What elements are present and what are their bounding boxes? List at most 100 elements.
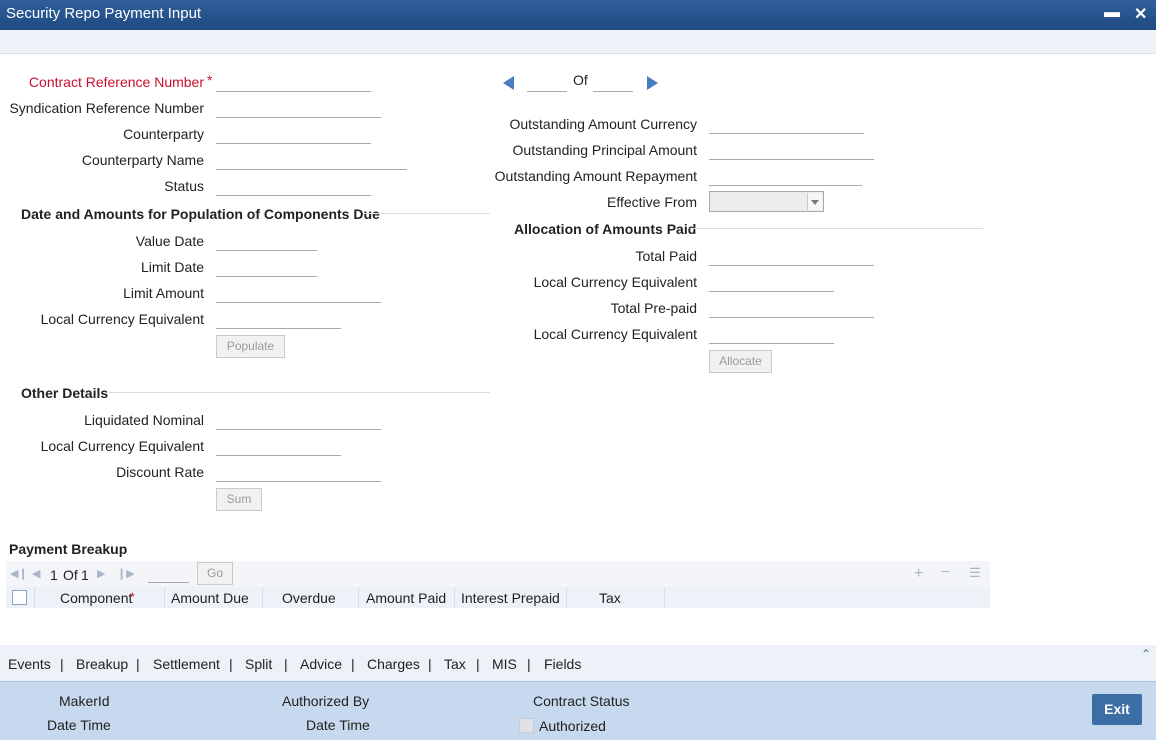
last-page-icon[interactable]: ❙▶ [117,567,135,580]
column-divider [164,587,165,608]
liquidated-nominal-label: Liquidated Nominal [84,412,204,428]
minimize-icon[interactable]: ▬ [1104,4,1120,22]
delete-row-icon[interactable]: − [941,564,950,582]
column-divider [566,587,567,608]
tab-separator: | [476,656,480,672]
prepaid-lce-input[interactable] [709,326,834,344]
sub-screen-tabs: Events | Breakup | Settlement | Split | … [0,645,1156,681]
counterparty-input[interactable] [216,126,371,144]
authorized-by-label: Authorized By [282,693,370,709]
effective-from-label: Effective From [607,194,697,210]
total-prepaid-input[interactable] [709,300,874,318]
component-required-mark: * [130,590,135,604]
chevron-down-icon[interactable] [807,193,822,210]
column-divider [358,587,359,608]
grid-toolbar: ◀❙ ◀ 1 Of 1 ▶ ❙▶ Go + − ☰ [6,561,990,587]
column-amount-paid[interactable]: Amount Paid [366,590,446,606]
outstanding-repayment-label: Outstanding Amount Repayment [494,168,697,184]
value-date-input[interactable] [216,233,317,251]
tab-settlement[interactable]: Settlement [153,656,220,672]
page-jump-input[interactable] [148,565,189,583]
prev-page-icon[interactable]: ◀ [32,567,40,580]
pager-of-label: Of [573,72,588,88]
column-amount-due[interactable]: Amount Due [171,590,249,606]
section-divider [690,228,983,229]
limit-amount-label: Limit Amount [123,285,204,301]
tab-separator: | [527,656,531,672]
other-lce-input[interactable] [216,438,341,456]
allocate-button[interactable]: Allocate [709,350,772,373]
column-interest-prepaid[interactable]: Interest Prepaid [461,590,560,606]
pager-current-input[interactable] [527,74,567,92]
tab-events[interactable]: Events [8,656,51,672]
authorized-label: Authorized [539,718,606,734]
grid-header: Component * Amount Due Overdue Amount Pa… [6,587,990,608]
other-details-heading: Other Details [21,385,109,401]
title-bar: Security Repo Payment Input ▬ ✕ [0,0,1156,30]
allocation-lce-input[interactable] [709,274,834,292]
pager-total-input[interactable] [593,74,633,92]
outstanding-currency-input[interactable] [709,116,864,134]
tab-charges[interactable]: Charges [367,656,420,672]
populate-button[interactable]: Populate [216,335,285,358]
first-page-icon[interactable]: ◀❙ [10,567,28,580]
toolbar-strip [0,30,1156,54]
column-divider [34,587,35,608]
discount-rate-input[interactable] [216,464,381,482]
column-component[interactable]: Component [60,590,132,606]
contract-ref-input[interactable] [216,74,371,92]
tab-mis[interactable]: MIS [492,656,517,672]
column-overdue[interactable]: Overdue [282,590,336,606]
limit-date-input[interactable] [216,259,317,277]
outstanding-principal-input[interactable] [709,142,874,160]
column-divider [664,587,665,608]
status-input[interactable] [216,178,371,196]
tab-fields[interactable]: Fields [544,656,581,672]
previous-icon[interactable] [503,76,514,90]
chevron-up-icon[interactable]: ⌃ [1141,647,1151,661]
sum-button[interactable]: Sum [216,488,262,511]
total-paid-label: Total Paid [635,248,697,264]
exit-button[interactable]: Exit [1092,694,1142,725]
tab-split[interactable]: Split [245,656,272,672]
auth-date-time-label: Date Time [306,717,370,733]
outstanding-currency-label: Outstanding Amount Currency [509,116,697,132]
syndication-ref-input[interactable] [216,100,381,118]
maker-id-label: MakerId [59,693,110,709]
tab-separator: | [284,656,288,672]
payment-breakup-heading: Payment Breakup [9,541,128,557]
discount-rate-label: Discount Rate [116,464,204,480]
contract-status-label: Contract Status [533,693,630,709]
select-all-checkbox[interactable] [12,590,27,605]
column-tax[interactable]: Tax [599,590,621,606]
audit-footer: MakerId Date Time Authorized By Date Tim… [0,681,1156,740]
value-date-label: Value Date [135,233,204,249]
close-icon[interactable]: ✕ [1134,4,1147,24]
go-button[interactable]: Go [197,562,233,585]
tab-separator: | [229,656,233,672]
page-of-label: Of [63,567,78,583]
section-divider [109,392,490,393]
effective-from-select[interactable] [709,191,824,212]
outstanding-repayment-input[interactable] [709,168,862,186]
tab-tax[interactable]: Tax [444,656,466,672]
section-divider [364,213,490,214]
total-prepaid-label: Total Pre-paid [610,300,697,316]
syndication-ref-label: Syndication Reference Number [9,100,204,116]
tab-advice[interactable]: Advice [300,656,342,672]
counterparty-name-input[interactable] [216,152,407,170]
tab-breakup[interactable]: Breakup [76,656,128,672]
page-total: 1 [81,567,89,583]
lce-input[interactable] [216,311,341,329]
prepaid-lce-label: Local Currency Equivalent [533,326,697,342]
next-page-icon[interactable]: ▶ [97,567,105,580]
list-view-icon[interactable]: ☰ [969,565,981,581]
required-mark: * [207,72,213,88]
add-row-icon[interactable]: + [914,565,923,583]
limit-amount-input[interactable] [216,285,381,303]
total-paid-input[interactable] [709,248,874,266]
allocation-lce-label: Local Currency Equivalent [533,274,697,290]
liquidated-nominal-input[interactable] [216,412,381,430]
next-icon[interactable] [647,76,658,90]
allocation-heading: Allocation of Amounts Paid [514,221,697,237]
